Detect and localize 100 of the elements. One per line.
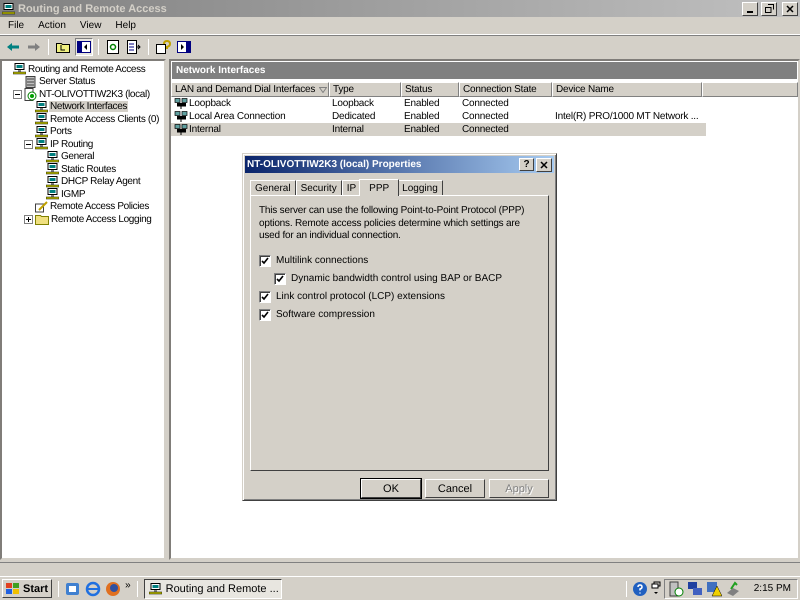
tree-item[interactable]: DHCP Relay Agent xyxy=(60,176,142,188)
network-interface-icon xyxy=(174,110,189,122)
checkbox-label: Multilink connections xyxy=(276,255,368,266)
clock: 2:15 PM xyxy=(754,583,791,594)
start-button[interactable]: Start xyxy=(2,579,52,598)
checkbox[interactable] xyxy=(259,308,271,320)
close-icon[interactable] xyxy=(536,158,552,172)
tab[interactable]: General xyxy=(250,180,296,195)
tab[interactable]: Logging xyxy=(397,180,443,195)
tab[interactable]: PPP xyxy=(359,179,400,196)
table-cell: Loopback xyxy=(189,98,231,109)
table-row[interactable]: Internal Internal Enabled Connected xyxy=(171,123,706,136)
globe-icon[interactable] xyxy=(105,580,122,596)
table-cell: Dedicated xyxy=(332,111,376,122)
network-node-icon xyxy=(46,163,59,176)
network-interface-icon xyxy=(174,124,189,136)
warning-icon[interactable] xyxy=(706,580,722,596)
tree-item[interactable]: Server Status xyxy=(38,76,96,88)
tree-item[interactable]: General xyxy=(60,151,96,162)
description-text: This server can use the following Point-to-Point Protocol (PPP) options. Remote access policies determine which settings are used for an individual connection. xyxy=(259,205,526,242)
menu-item[interactable]: Action xyxy=(32,20,72,31)
tree-item[interactable]: Routing and Remote Access xyxy=(27,64,146,75)
browser-icon[interactable] xyxy=(85,580,102,596)
tab[interactable]: Security xyxy=(296,180,342,195)
network-node-icon xyxy=(35,138,48,150)
checkbox[interactable] xyxy=(274,272,286,284)
table-cell: Enabled xyxy=(404,98,440,109)
checkbox[interactable] xyxy=(259,254,271,266)
tree-toggle-icon[interactable] xyxy=(75,38,93,56)
table-cell: Local Area Connection xyxy=(189,111,286,122)
tree-item[interactable]: IP Routing xyxy=(49,138,94,150)
expand-icon[interactable] xyxy=(24,214,33,224)
table-cell: Connected xyxy=(462,98,509,109)
column-header[interactable]: Type xyxy=(329,82,401,97)
checkbox-label: Software compression xyxy=(276,309,375,320)
tree-item[interactable]: Remote Access Logging xyxy=(50,214,152,225)
table-cell: Internal xyxy=(332,124,364,135)
ok-button[interactable]: OK xyxy=(361,479,421,498)
dialog-title: NT-OLIVOTTIW2K3 (local) Properties xyxy=(247,159,422,170)
collapse-icon[interactable] xyxy=(24,140,33,149)
cancel-button[interactable]: Cancel xyxy=(425,479,485,498)
folder-icon xyxy=(35,213,49,226)
policy-icon xyxy=(35,200,48,213)
table-cell: Loopback xyxy=(332,98,374,109)
column-header[interactable]: Connection State xyxy=(459,82,552,97)
network-node-icon xyxy=(35,113,48,126)
tree-item[interactable]: Static Routes xyxy=(60,164,117,175)
network-interface-icon xyxy=(174,98,189,110)
server-status-icon xyxy=(24,88,37,101)
server-icon xyxy=(24,76,37,88)
help-icon[interactable] xyxy=(154,38,172,56)
checkbox[interactable] xyxy=(259,290,271,302)
table-row[interactable]: Local Area Connection Dedicated Enabled Connected Intel(R) PRO/1000 MT Network ... xyxy=(171,110,706,123)
help-icon[interactable] xyxy=(632,580,648,596)
tree-item[interactable]: Ports xyxy=(49,126,73,138)
table-row[interactable]: Loopback Loopback Enabled Connected xyxy=(171,97,706,110)
network-node-icon xyxy=(46,176,59,188)
network-icon[interactable] xyxy=(686,580,703,596)
desktop-icon[interactable] xyxy=(65,580,82,596)
table-cell: Connected xyxy=(462,124,509,135)
pane-title: Network Interfaces xyxy=(172,62,797,79)
network-node-icon xyxy=(13,63,26,76)
more-icon[interactable]: » xyxy=(125,580,131,591)
checkbox-label: Link control protocol (LCP) extensions xyxy=(276,291,445,302)
menu-item[interactable]: View xyxy=(74,20,108,31)
sort-arrow-icon[interactable] xyxy=(319,86,328,92)
collapse-icon[interactable] xyxy=(13,90,22,99)
export-list-icon[interactable] xyxy=(125,38,143,56)
window-switch-icon[interactable] xyxy=(650,580,661,596)
taskbar-button[interactable]: Routing and Remote ... xyxy=(144,578,282,598)
minimize-icon[interactable] xyxy=(742,2,758,16)
menu-item[interactable]: File xyxy=(2,20,30,31)
help-button[interactable]: ? xyxy=(519,158,534,171)
network-node-icon xyxy=(35,100,48,113)
app-icon xyxy=(2,2,15,14)
window-title: Routing and Remote Access xyxy=(18,2,168,14)
table-cell: Internal xyxy=(189,124,221,135)
flag-icon xyxy=(6,582,20,594)
table-cell: Connected xyxy=(462,111,509,122)
checkbox-label: Dynamic bandwidth control using BAP or BACP xyxy=(291,273,502,284)
network-node-icon xyxy=(46,188,59,200)
column-header[interactable]: Device Name xyxy=(552,82,702,97)
refresh-icon[interactable] xyxy=(104,38,122,56)
restore-icon[interactable] xyxy=(761,2,777,16)
tree-item[interactable]: IGMP xyxy=(60,188,86,200)
tree-item[interactable]: Network Interfaces xyxy=(49,101,128,112)
table-cell: Intel(R) PRO/1000 MT Network ... xyxy=(555,111,698,122)
table-cell: Enabled xyxy=(404,111,440,122)
app-icon xyxy=(148,582,162,594)
server-icon[interactable] xyxy=(668,580,684,596)
network-node-icon xyxy=(46,150,59,163)
network-node-icon xyxy=(35,126,48,138)
menu-item[interactable]: Help xyxy=(109,20,142,31)
tree-item[interactable]: Remote Access Clients (0) xyxy=(49,114,160,125)
close-icon[interactable] xyxy=(782,2,798,16)
tree-item[interactable]: NT-OLIVOTTIW2K3 (local) xyxy=(38,88,151,100)
tree-item[interactable]: Remote Access Policies xyxy=(49,201,150,212)
column-header[interactable]: Status xyxy=(401,82,459,97)
table-cell: Enabled xyxy=(404,124,440,135)
column-header[interactable]: LAN and Demand Dial Interfaces xyxy=(171,82,329,97)
